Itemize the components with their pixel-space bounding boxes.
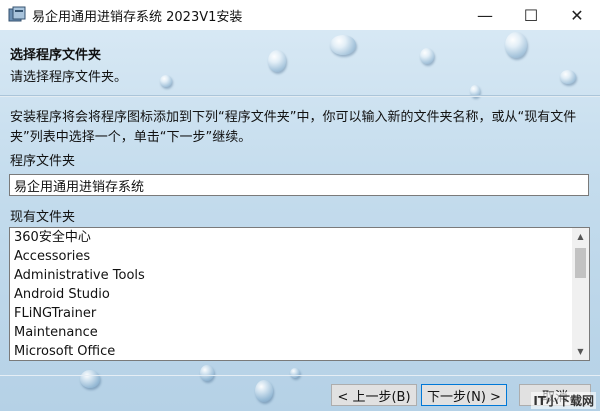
existing-folders-list[interactable]: 360安全中心 Accessories Administrative Tools… xyxy=(9,227,590,361)
scroll-thumb[interactable] xyxy=(575,248,586,278)
scroll-up-arrow-icon[interactable]: ▲ xyxy=(572,228,589,245)
list-item[interactable]: 360安全中心 xyxy=(10,228,572,247)
list-item[interactable]: Maintenance xyxy=(10,323,572,342)
list-item[interactable]: Microsoft Office xyxy=(10,342,572,360)
water-drop xyxy=(160,75,172,87)
list-item[interactable]: Accessories xyxy=(10,247,572,266)
title-bar: 易企用通用进销存系统 2023V1安装 — ☐ ✕ xyxy=(0,0,600,30)
water-drop xyxy=(560,70,576,84)
existing-folders-label: 现有文件夹 xyxy=(10,210,76,225)
minimize-button[interactable]: — xyxy=(462,0,508,30)
instructions-text: 安装程序将会将程序图标添加到下列“程序文件夹”中，你可以输入新的文件夹名称，或从… xyxy=(10,110,577,145)
next-button[interactable]: 下一步(N) > xyxy=(421,384,507,406)
footer-divider xyxy=(0,375,600,376)
page-title: 选择程序文件夹 xyxy=(10,48,102,63)
program-folder-input[interactable] xyxy=(9,174,589,196)
close-button[interactable]: ✕ xyxy=(554,0,600,30)
water-drop xyxy=(268,50,286,72)
water-drop xyxy=(200,365,214,381)
scroll-down-arrow-icon[interactable]: ▼ xyxy=(572,343,589,360)
back-button[interactable]: < 上一步(B) xyxy=(331,384,417,406)
watermark-logo: IT小下载网 xyxy=(531,392,596,409)
water-drop xyxy=(290,368,300,378)
water-drop xyxy=(505,32,527,58)
installer-app-icon xyxy=(8,6,26,22)
water-drop xyxy=(330,35,356,55)
list-item[interactable]: Administrative Tools xyxy=(10,266,572,285)
water-drop xyxy=(420,48,434,64)
water-drop xyxy=(255,380,273,402)
list-scrollbar[interactable]: ▲ ▼ xyxy=(572,228,589,360)
maximize-button[interactable]: ☐ xyxy=(508,0,554,30)
window-title: 易企用通用进销存系统 2023V1安装 xyxy=(32,10,243,25)
header-divider xyxy=(0,95,600,97)
page-subtitle: 请选择程序文件夹。 xyxy=(10,70,128,85)
water-drop xyxy=(80,370,100,388)
list-item[interactable]: Android Studio xyxy=(10,285,572,304)
list-item[interactable]: FLiNGTrainer xyxy=(10,304,572,323)
program-folder-label: 程序文件夹 xyxy=(10,154,76,169)
